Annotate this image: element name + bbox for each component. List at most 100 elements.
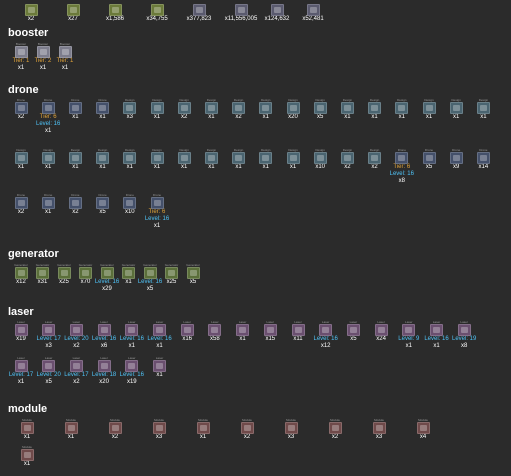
inventory-item[interactable]: x27 (56, 4, 90, 23)
inventory-item[interactable]: Design x1 (466, 98, 500, 121)
module-icon (372, 422, 386, 434)
design-icon (368, 102, 382, 114)
design-icon (123, 102, 137, 114)
laser-icon (42, 324, 56, 336)
inventory-item[interactable]: Generator x5 (176, 263, 210, 286)
quantity-text: x1 (67, 434, 75, 440)
quantity-text: x1,586 (105, 16, 124, 22)
inventory-item[interactable]: Module x3 (274, 418, 308, 441)
drone-icon (96, 197, 110, 209)
design-icon (449, 102, 463, 114)
design-icon (340, 152, 354, 164)
inventory-item[interactable]: Drone x14 (466, 148, 500, 171)
module-icon (328, 422, 342, 434)
inventory-item[interactable]: x1,586 (98, 4, 132, 23)
inventory-item[interactable]: Laser Level: 19 x8 (447, 320, 481, 350)
quantity-text: x3 (155, 434, 163, 440)
section-title-drone: drone (8, 84, 39, 96)
laser-icon (374, 324, 388, 336)
inventory-item[interactable]: Module x2 (230, 418, 264, 441)
design-icon (204, 102, 218, 114)
laser-icon (125, 324, 139, 336)
quantity-text: x2 (27, 16, 35, 22)
quantity-text: x8 (461, 343, 468, 349)
drone-icon (150, 197, 164, 209)
quantity-text: x4 (419, 434, 427, 440)
laser-icon (69, 324, 83, 336)
inventory-item[interactable]: Module x3 (362, 418, 396, 441)
laser-icon (97, 360, 111, 372)
inventory-item[interactable]: x11,556,005 (224, 4, 258, 23)
quantity-text: x377,823 (186, 16, 212, 22)
inventory-item[interactable]: Laser x1 (143, 356, 177, 379)
laser-icon (125, 360, 139, 372)
quantity-text: x1 (156, 372, 163, 378)
inventory-item[interactable]: x52,481 (296, 4, 330, 23)
module-icon (152, 422, 166, 434)
ammo-icon (234, 4, 248, 16)
inventory-item[interactable]: Module x2 (318, 418, 352, 441)
tier-text: Tier: 6 (148, 209, 166, 215)
drone-icon (14, 102, 28, 114)
module-icon (64, 422, 78, 434)
inventory-item[interactable]: x124,632 (260, 4, 294, 23)
inventory-item[interactable]: x377,823 (182, 4, 216, 23)
quantity-text: x12 (320, 343, 331, 349)
drone-icon (449, 152, 463, 164)
design-icon (259, 102, 273, 114)
quantity-text: x1 (23, 434, 31, 440)
quantity-text: x5 (189, 279, 197, 285)
ammo-icon (306, 4, 320, 16)
drone-icon (422, 152, 436, 164)
inventory-item[interactable]: Module x3 (142, 418, 176, 441)
inventory-item[interactable]: x2 (14, 4, 48, 23)
laser-icon (291, 324, 305, 336)
ammo-icon (270, 4, 284, 16)
inventory-item[interactable]: Drone Tier: 6 Level: 16 x1 (140, 193, 174, 230)
quantity-text: x14 (478, 164, 489, 170)
design-icon (41, 152, 55, 164)
level-text: Level: 19 (452, 336, 477, 342)
module-icon (240, 422, 254, 434)
design-icon (313, 102, 327, 114)
cube-icon (24, 4, 38, 16)
design-icon (313, 152, 327, 164)
quantity-text: x2 (331, 434, 339, 440)
level-text: Level: 16 (389, 171, 414, 177)
inventory-item[interactable]: Module x1 (186, 418, 220, 441)
module-icon (196, 422, 210, 434)
laser-icon (42, 360, 56, 372)
inventory-item[interactable]: Module x4 (406, 418, 440, 441)
quantity-text: x34,755 (146, 16, 168, 22)
inventory-item[interactable]: Module x1 (54, 418, 88, 441)
module-icon (284, 422, 298, 434)
drone-icon (41, 197, 55, 209)
design-icon (286, 152, 300, 164)
inventory-item[interactable]: Module x1 (10, 418, 44, 441)
design-icon (232, 102, 246, 114)
drone-icon (41, 102, 55, 114)
inventory-item[interactable]: Module x2 (98, 418, 132, 441)
design-icon (150, 152, 164, 164)
quantity-text: x5 (146, 286, 154, 292)
laser-icon (319, 324, 333, 336)
design-icon (340, 102, 354, 114)
cube-icon (66, 4, 80, 16)
design-icon (14, 152, 28, 164)
design-icon (123, 152, 137, 164)
drone-icon (14, 197, 28, 209)
cube-icon (108, 4, 122, 16)
laser-icon (457, 324, 471, 336)
quantity-text: x1 (23, 461, 31, 467)
quantity-text: x1 (45, 128, 52, 134)
design-icon (259, 152, 273, 164)
design-icon (96, 152, 110, 164)
inventory-item[interactable]: Booster Tier: 1 x1 (48, 42, 82, 72)
inventory-item[interactable]: Module x1 (10, 445, 44, 468)
laser-icon (14, 360, 28, 372)
inventory-item[interactable]: x34,755 (140, 4, 174, 23)
section-title-booster: booster (8, 27, 49, 39)
design-icon (286, 102, 300, 114)
module-icon (20, 449, 34, 461)
booster-icon (58, 46, 72, 58)
